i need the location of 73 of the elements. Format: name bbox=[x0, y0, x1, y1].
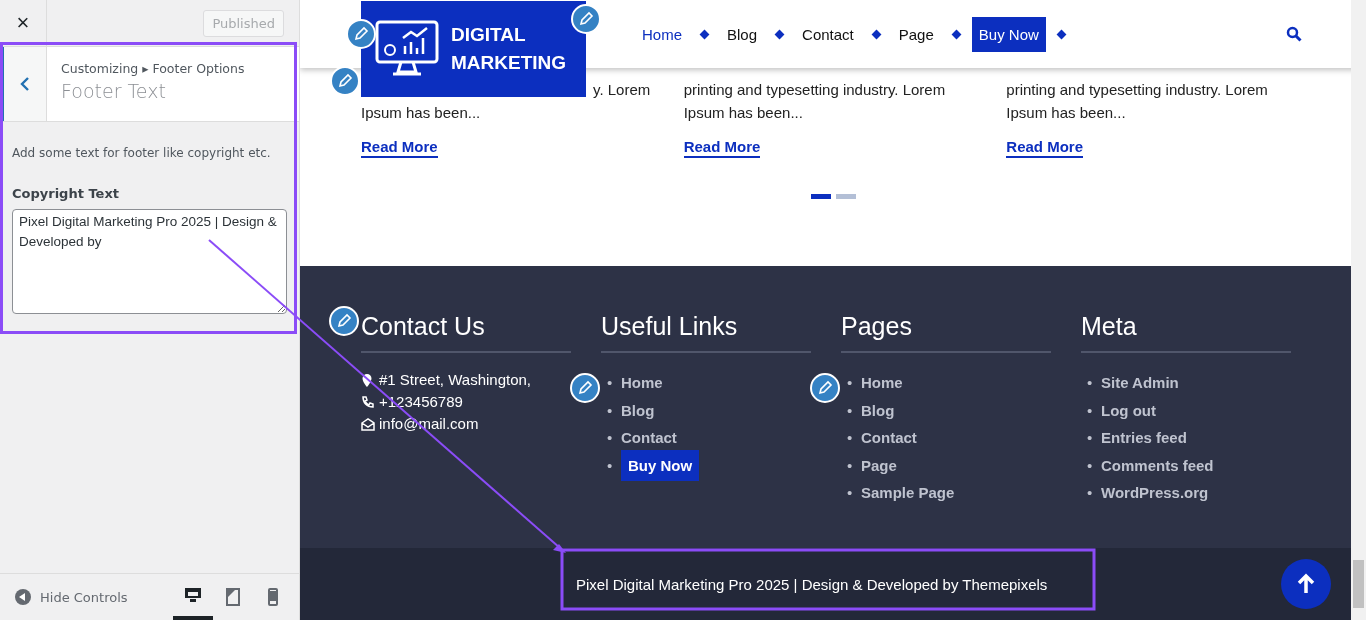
list-bullet: • bbox=[607, 455, 614, 476]
nav-link[interactable]: Blog bbox=[720, 19, 765, 49]
post-excerpt: Ipsum has been... bbox=[1006, 103, 1127, 123]
footer-link[interactable]: Sample Page bbox=[861, 484, 955, 501]
desktop-icon bbox=[183, 585, 203, 605]
nav-link[interactable]: Page bbox=[891, 19, 941, 49]
widget-title: Pages bbox=[841, 312, 1051, 353]
chevron-left-icon bbox=[20, 76, 30, 92]
edit-pencil-icon[interactable] bbox=[346, 19, 376, 49]
list-bullet: • bbox=[607, 400, 614, 421]
copyright-text-field[interactable]: Pixel Digital Marketing Pro 2025 | Design & Developed by bbox=[12, 209, 287, 314]
list-bullet: • bbox=[1087, 455, 1094, 476]
footer-link[interactable]: Contact bbox=[621, 429, 677, 446]
widget-title: Meta bbox=[1081, 312, 1291, 353]
widget-title: Contact Us bbox=[361, 312, 571, 353]
edit-pencil-icon[interactable] bbox=[570, 373, 600, 403]
list-bullet: • bbox=[1087, 483, 1094, 503]
edit-pencil-icon[interactable] bbox=[329, 306, 359, 336]
copyright-text: Pixel Digital Marketing Pro 2025 | Design & Developed by Themepixels bbox=[576, 575, 1048, 593]
footer-link[interactable]: Contact bbox=[861, 429, 917, 446]
footer-link[interactable]: Blog bbox=[861, 401, 895, 419]
scrollbar[interactable] bbox=[1351, 0, 1366, 620]
arrow-up-icon bbox=[1296, 573, 1316, 595]
list-bullet: • bbox=[847, 428, 854, 448]
section-title: Footer Text bbox=[61, 80, 167, 102]
footer-link[interactable]: Home bbox=[621, 374, 663, 391]
monitor-chart-icon bbox=[375, 20, 439, 78]
footer-link[interactable]: Blog bbox=[621, 401, 655, 419]
post-excerpt: printing and typesetting industry. Lorem bbox=[1006, 80, 1269, 100]
list-bullet: • bbox=[607, 373, 614, 393]
nav-link[interactable]: Home bbox=[635, 19, 689, 49]
post-excerpt: Ipsum has been... bbox=[683, 103, 804, 123]
list-bullet: • bbox=[607, 428, 614, 448]
list-bullet: • bbox=[1087, 428, 1094, 448]
field-label: Copyright Text bbox=[12, 186, 120, 201]
search-icon[interactable] bbox=[1286, 26, 1302, 42]
footer-link[interactable]: Comments feed bbox=[1101, 456, 1214, 474]
footer-link[interactable]: Site Admin bbox=[1101, 374, 1179, 391]
phone-icon bbox=[361, 394, 375, 410]
section-description: Add some text for footer like copyright etc. bbox=[12, 146, 272, 160]
list-bullet: • bbox=[847, 373, 854, 393]
contact-text: #1 Street, Washington, bbox=[379, 370, 532, 390]
widget-title: Useful Links bbox=[601, 312, 811, 353]
back-button[interactable] bbox=[0, 47, 47, 121]
list-bullet: • bbox=[847, 455, 854, 476]
edit-pencil-icon[interactable] bbox=[810, 373, 840, 403]
read-more-link[interactable]: Read More bbox=[1006, 138, 1083, 158]
mail-icon bbox=[361, 416, 375, 432]
post-excerpt: printing and typesetting industry. Lorem bbox=[683, 80, 947, 100]
tablet-icon bbox=[223, 587, 243, 607]
read-more-link[interactable]: Read More bbox=[361, 138, 438, 158]
hide-controls-button[interactable]: Hide Controls bbox=[0, 587, 134, 607]
footer-link[interactable]: Log out bbox=[1101, 401, 1156, 419]
nav-button[interactable]: Buy Now bbox=[971, 16, 1046, 52]
edit-pencil-icon[interactable] bbox=[571, 4, 601, 34]
footer-link[interactable]: Home bbox=[861, 374, 903, 391]
footer-link[interactable]: Page bbox=[861, 456, 897, 474]
list-bullet: • bbox=[1087, 373, 1094, 393]
logo-text: DIGITAL bbox=[451, 23, 527, 47]
nav-link[interactable]: Contact bbox=[795, 19, 861, 49]
site-logo[interactable]: DIGITAL MARKETING bbox=[361, 1, 586, 97]
close-button[interactable]: × bbox=[0, 0, 47, 46]
footer-link[interactable]: Entries feed bbox=[1101, 429, 1187, 446]
logo-text: MARKETING bbox=[451, 51, 567, 75]
list-bullet: • bbox=[847, 400, 854, 421]
footer-link[interactable]: WordPress.org bbox=[1101, 484, 1209, 501]
post-excerpt: Ipsum has been... bbox=[361, 103, 482, 123]
read-more-link[interactable]: Read More bbox=[683, 138, 761, 158]
list-bullet: • bbox=[1087, 400, 1094, 421]
list-bullet: • bbox=[847, 483, 854, 503]
breadcrumb: Customizing ▸ Footer Options bbox=[61, 61, 245, 76]
post-excerpt: y. Lorem bbox=[592, 80, 652, 100]
buy-now-button[interactable]: Buy Now bbox=[621, 449, 700, 481]
